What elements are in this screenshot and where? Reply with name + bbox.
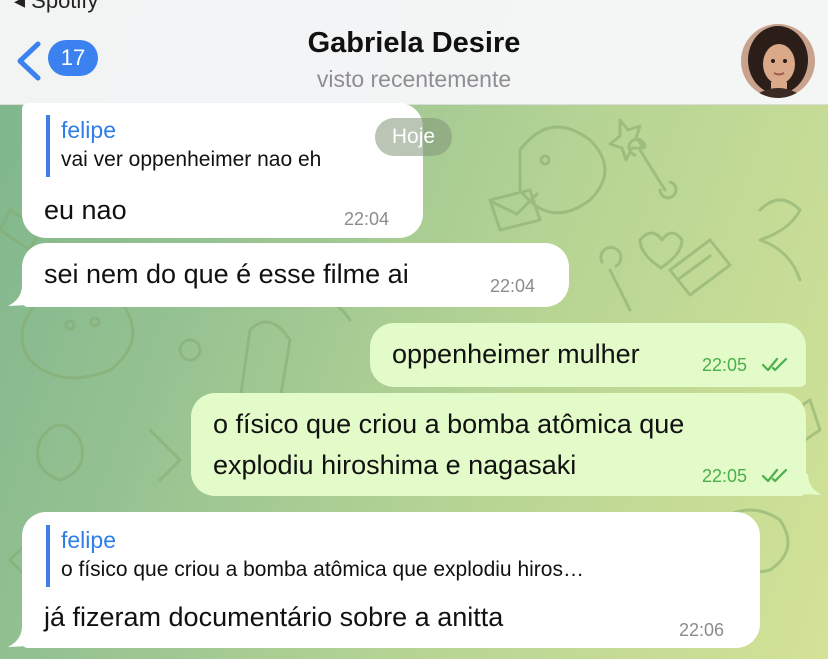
message-bubble-outgoing[interactable]: oppenheimer mulher 22:05	[370, 323, 806, 387]
reply-sender-name: felipe	[61, 527, 116, 553]
last-seen-status: visto recentemente	[316, 66, 512, 92]
reply-preview-text: vai ver oppenheimer nao eh	[61, 148, 322, 171]
message-text-line: explodiu hiroshima e nagasaki	[213, 450, 577, 480]
bubble-tail	[8, 626, 28, 647]
message-bubble-outgoing[interactable]: o físico que criou a bomba atômica que e…	[191, 393, 806, 496]
reply-quote[interactable]: felipe o físico que criou a bomba atômic…	[46, 525, 584, 587]
message-time: 22:04	[344, 209, 390, 229]
reply-sender-name: felipe	[61, 117, 116, 143]
message-text: oppenheimer mulher	[392, 339, 640, 369]
status-bar-back-app[interactable]: ◂ Spotify	[14, 0, 98, 14]
reply-preview-text: o físico que criou a bomba atômica que e…	[61, 558, 584, 581]
reply-quote[interactable]: felipe vai ver oppenheimer nao eh	[46, 115, 321, 177]
bubble-tail	[8, 285, 28, 306]
message-bubble-incoming[interactable]: felipe vai ver oppenheimer nao eh eu nao…	[22, 103, 423, 238]
date-separator: Hoje	[375, 118, 452, 156]
message-text: eu nao	[44, 195, 127, 225]
avatar-photo	[741, 24, 815, 98]
message-text: já fizeram documentário sobre a anitta	[44, 602, 504, 632]
message-text: sei nem do que é esse filme ai	[44, 259, 409, 289]
message-time: 22:06	[679, 620, 725, 640]
message-time: 22:05	[702, 466, 748, 486]
message-time: 22:04	[490, 276, 536, 296]
double-check-icon	[762, 468, 788, 483]
avatar[interactable]	[741, 24, 815, 98]
message-time: 22:05	[702, 355, 748, 375]
contact-name[interactable]: Gabriela Desire	[0, 27, 828, 60]
bubble-tail	[802, 474, 822, 495]
chat-header: ◂ Spotify 17 Gabriela Desire visto recen…	[0, 0, 828, 105]
message-bubble-incoming[interactable]: sei nem do que é esse filme ai 22:04	[22, 243, 569, 307]
message-bubble-incoming[interactable]: felipe o físico que criou a bomba atômic…	[22, 512, 760, 648]
message-text-line: o físico que criou a bomba atômica que	[213, 409, 685, 439]
double-check-icon	[762, 357, 788, 372]
